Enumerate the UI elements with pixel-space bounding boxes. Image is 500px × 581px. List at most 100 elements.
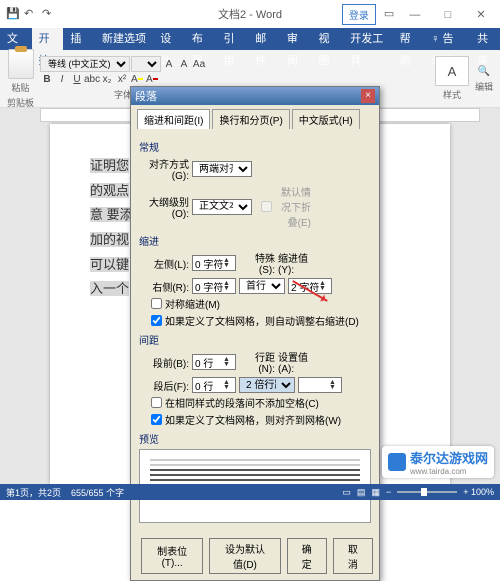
bold-button[interactable]: B — [40, 72, 54, 86]
tab-home[interactable]: 开始 — [32, 28, 64, 50]
find-icon[interactable]: 🔍 — [477, 64, 491, 78]
tab-custom[interactable]: 新建选项卡 — [95, 28, 153, 50]
line-spacing-label: 行距(N): — [239, 349, 275, 375]
indent-left-spinner[interactable]: ▲▼ — [192, 255, 236, 271]
at-label: 设置值(A): — [278, 349, 322, 375]
subscript-button[interactable]: x₂ — [100, 72, 114, 86]
before-label: 段前(B): — [139, 355, 189, 370]
preview-section: 预览 — [139, 431, 371, 446]
clipboard-group: 粘贴 剪贴板 — [7, 49, 34, 109]
alignment-label: 对齐方式(G): — [139, 156, 189, 182]
editing-group: 🔍 编辑 — [475, 64, 493, 93]
styles-label: 样式 — [443, 88, 461, 101]
no-space-checkbox[interactable] — [151, 397, 162, 408]
dialog-title-text: 段落 — [135, 88, 157, 104]
line-spacing-select[interactable]: 2 倍行距 — [239, 377, 295, 393]
maximize-button[interactable]: □ — [433, 9, 463, 21]
ok-button[interactable]: 确定 — [287, 538, 327, 574]
grow-font-icon[interactable]: A — [162, 57, 176, 71]
spacing-section: 间距 — [139, 332, 371, 347]
tab-asian[interactable]: 中文版式(H) — [292, 109, 360, 129]
tab-indent-spacing[interactable]: 缩进和间距(I) — [137, 109, 210, 129]
watermark: 泰尔达游戏网 www.tairda.com — [382, 446, 494, 478]
watermark-brand: 泰尔达游戏网 — [410, 448, 488, 467]
font-name-select[interactable]: 等线 (中文正文) — [40, 56, 130, 72]
styles-group: A 样式 — [435, 56, 469, 101]
outline-label: 大纲级别(O): — [139, 194, 189, 220]
font-size-select[interactable] — [131, 56, 161, 72]
at-spinner[interactable]: ▲▼ — [298, 377, 342, 393]
tab-layout[interactable]: 布局 — [185, 28, 217, 50]
indent-right-label: 右侧(R): — [139, 279, 189, 294]
word-count[interactable]: 655/655 个字 — [71, 486, 124, 499]
mirror-indent-checkbox[interactable] — [151, 298, 162, 309]
tab-design[interactable]: 设计 — [153, 28, 185, 50]
dialog-close-icon[interactable]: × — [361, 89, 375, 103]
tab-developer[interactable]: 开发工具 — [343, 28, 392, 50]
tell-me[interactable]: ♀ 告诉我 — [424, 28, 470, 50]
shrink-font-icon[interactable]: A — [177, 57, 191, 71]
tab-insert[interactable]: 插入 — [63, 28, 95, 50]
highlight-button[interactable]: A — [130, 72, 144, 86]
zoom-slider[interactable] — [397, 491, 457, 493]
view-print-icon[interactable]: ▤ — [357, 487, 366, 498]
change-case-icon[interactable]: Aa — [192, 57, 206, 71]
view-web-icon[interactable]: ▦ — [371, 487, 380, 498]
paragraph-dialog: 段落 × 缩进和间距(I) 换行和分页(P) 中文版式(H) 常规 对齐方式(G… — [130, 86, 380, 581]
default-button[interactable]: 设为默认值(D) — [209, 538, 280, 574]
redo-icon[interactable]: ↷ — [42, 7, 56, 21]
view-readmode-icon[interactable]: ▭ — [342, 487, 351, 498]
page-indicator[interactable]: 第1页，共2页 — [6, 486, 61, 499]
outline-select[interactable]: 正文文本 — [192, 199, 252, 215]
undo-icon[interactable]: ↶ — [24, 7, 38, 21]
indent-left-label: 左侧(L): — [139, 256, 189, 271]
alignment-select[interactable]: 两端对齐 — [192, 161, 252, 177]
close-button[interactable]: ✕ — [466, 8, 496, 21]
save-icon[interactable]: 💾 — [6, 7, 20, 21]
snap-grid-checkbox[interactable] — [151, 414, 162, 425]
document-title: 文档2 - Word — [218, 6, 282, 22]
minimize-button[interactable]: — — [400, 9, 430, 21]
general-section: 常规 — [139, 139, 371, 154]
paste-label: 粘贴 — [12, 81, 30, 94]
indent-right-spinner[interactable]: ▲▼ — [192, 278, 236, 294]
paste-button[interactable] — [8, 49, 34, 79]
tab-mailings[interactable]: 邮件 — [248, 28, 280, 50]
tabs-button[interactable]: 制表位(T)... — [141, 538, 203, 574]
dialog-titlebar[interactable]: 段落 × — [131, 87, 379, 105]
styles-gallery[interactable]: A — [435, 56, 469, 86]
tab-view[interactable]: 视图 — [312, 28, 344, 50]
collapse-checkbox — [261, 201, 272, 212]
zoom-out-icon[interactable]: − — [386, 487, 391, 497]
ribbon-tabs: 文件 开始 插入 新建选项卡 设计 布局 引用 邮件 审阅 视图 开发工具 帮助… — [0, 28, 500, 50]
auto-indent-checkbox[interactable] — [151, 315, 162, 326]
before-spinner[interactable]: ▲▼ — [192, 354, 236, 370]
zoom-level[interactable]: + 100% — [463, 487, 494, 497]
by-label: 缩进值(Y): — [278, 250, 322, 276]
underline-button[interactable]: U — [70, 72, 84, 86]
strike-button[interactable]: abc — [85, 72, 99, 86]
font-color-button[interactable]: A — [145, 72, 159, 86]
special-select[interactable]: 首行 — [239, 278, 285, 294]
ribbon-options-icon[interactable]: ▭ — [384, 7, 398, 21]
login-button[interactable]: 登录 — [342, 4, 376, 25]
clipboard-label: 剪贴板 — [7, 96, 34, 109]
editing-label: 编辑 — [475, 80, 493, 93]
tab-line-breaks[interactable]: 换行和分页(P) — [212, 109, 289, 129]
superscript-button[interactable]: x² — [115, 72, 129, 86]
special-label: 特殊(S): — [239, 250, 275, 276]
share-button[interactable]: 共享 — [470, 28, 500, 50]
tab-help[interactable]: 帮助 — [393, 28, 425, 50]
watermark-logo-icon — [388, 453, 406, 471]
dialog-tabs: 缩进和间距(I) 换行和分页(P) 中文版式(H) — [131, 105, 379, 129]
tab-references[interactable]: 引用 — [217, 28, 249, 50]
indent-section: 缩进 — [139, 233, 371, 248]
cancel-button[interactable]: 取消 — [333, 538, 373, 574]
statusbar: 第1页，共2页 655/655 个字 ▭ ▤ ▦ − + 100% — [0, 484, 500, 500]
titlebar: 💾 ↶ ↷ 文档2 - Word 登录 ▭ — □ ✕ — [0, 0, 500, 28]
tab-review[interactable]: 审阅 — [280, 28, 312, 50]
italic-button[interactable]: I — [55, 72, 69, 86]
watermark-url: www.tairda.com — [410, 467, 488, 476]
after-spinner[interactable]: ▲▼ — [192, 377, 236, 393]
after-label: 段后(F): — [139, 378, 189, 393]
